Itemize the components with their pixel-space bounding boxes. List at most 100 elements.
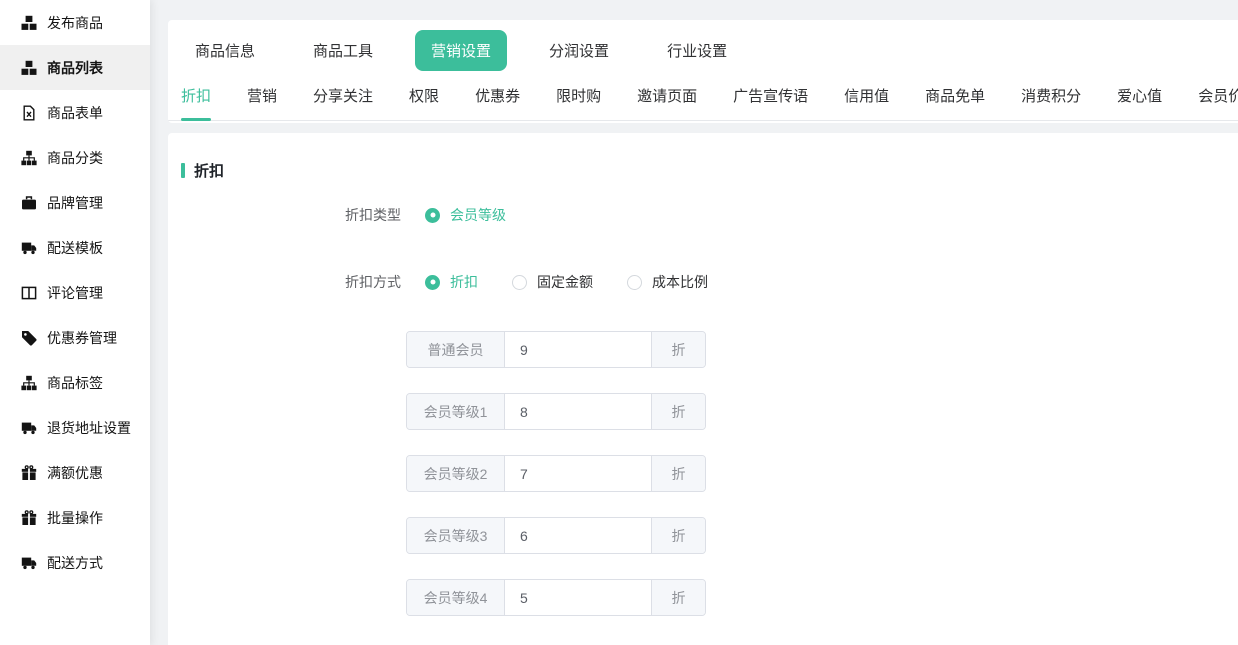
secondary-tab[interactable]: 爱心值 xyxy=(1117,80,1162,120)
sidebar-item-label: 商品列表 xyxy=(47,58,103,78)
tabs-card: 商品信息 商品工具 营销设置 分润设置 行业设置 折扣 营销 分享关注 xyxy=(168,20,1238,123)
sidebar-item[interactable]: 发布商品 xyxy=(0,0,150,45)
radio-option-label: 会员等级 xyxy=(450,205,506,225)
discount-input-group: 会员等级3 折 xyxy=(406,517,706,554)
discount-value-input[interactable] xyxy=(505,394,651,429)
primary-tab-label: 营销设置 xyxy=(431,43,491,60)
sidebar-item[interactable]: 评论管理 xyxy=(0,270,150,315)
radio-option-label: 固定金额 xyxy=(537,272,593,292)
secondary-tab-label: 优惠券 xyxy=(475,88,520,105)
discount-level-label: 会员等级1 xyxy=(407,394,505,429)
sidebar-item[interactable]: 优惠券管理 xyxy=(0,315,150,360)
sidebar-item-label: 配送方式 xyxy=(47,553,103,573)
section-title: 折扣 xyxy=(194,160,224,181)
secondary-tab[interactable]: 营销 xyxy=(247,80,277,120)
secondary-tab-label: 广告宣传语 xyxy=(733,88,808,105)
sidebar-item[interactable]: 批量操作 xyxy=(0,495,150,540)
truck-icon xyxy=(21,555,37,571)
gift-icon xyxy=(21,510,37,526)
columns-icon xyxy=(21,285,37,301)
secondary-tab[interactable]: 广告宣传语 xyxy=(733,80,808,120)
discount-value-input[interactable] xyxy=(505,332,651,367)
section-header: 折扣 xyxy=(181,160,1238,181)
admin-page: 发布商品 商品列表 商品表单 商品分类 品牌管理 配送模板 评论管理 xyxy=(0,0,1238,645)
secondary-tab-label: 权限 xyxy=(409,88,439,105)
sidebar-item-label: 品牌管理 xyxy=(47,193,103,213)
radio-option[interactable]: 固定金额 xyxy=(512,272,593,292)
secondary-tab[interactable]: 限时购 xyxy=(556,80,601,120)
sidebar-item-label: 商品分类 xyxy=(47,148,103,168)
discount-value-input[interactable] xyxy=(505,518,651,553)
sidebar-item[interactable]: 退货地址设置 xyxy=(0,405,150,450)
sidebar-item-label: 配送模板 xyxy=(47,238,103,258)
radio-option-label: 折扣 xyxy=(450,272,478,292)
secondary-tab[interactable]: 消费积分 xyxy=(1021,80,1081,120)
discount-unit-label: 折 xyxy=(651,580,705,615)
discount-value-input[interactable] xyxy=(505,580,651,615)
form-row: 折扣类型 会员等级 xyxy=(341,207,1238,223)
sidebar-item-label: 商品表单 xyxy=(47,103,103,123)
sidebar-item[interactable]: 商品表单 xyxy=(0,90,150,135)
discount-form: 折扣类型 会员等级 折扣方式 折扣 固定金额 成本比例 普通会员 折 xyxy=(168,207,1238,616)
sidebar-item[interactable]: 商品分类 xyxy=(0,135,150,180)
sidebar-item[interactable]: 商品标签 xyxy=(0,360,150,405)
secondary-tab[interactable]: 会员价 xyxy=(1198,80,1238,120)
primary-tabs: 商品信息 商品工具 营销设置 分润设置 行业设置 xyxy=(168,20,1238,80)
content-card: 折扣 折扣类型 会员等级 折扣方式 折扣 固定金额 成本比例 普通会员 xyxy=(168,133,1238,645)
secondary-tab[interactable]: 分享关注 xyxy=(313,80,373,120)
sidebar-item-label: 发布商品 xyxy=(47,13,103,33)
discount-unit-label: 折 xyxy=(651,456,705,491)
sidebar-item[interactable]: 配送方式 xyxy=(0,540,150,585)
secondary-tab[interactable]: 优惠券 xyxy=(475,80,520,120)
sidebar-item-label: 评论管理 xyxy=(47,283,103,303)
cubes-icon xyxy=(21,15,37,31)
discount-input-group: 会员等级2 折 xyxy=(406,455,706,492)
discount-input-group: 会员等级1 折 xyxy=(406,393,706,430)
secondary-tab[interactable]: 权限 xyxy=(409,80,439,120)
discount-level-label: 会员等级2 xyxy=(407,456,505,491)
form-label: 折扣类型 xyxy=(341,205,401,225)
sidebar-item[interactable]: 配送模板 xyxy=(0,225,150,270)
secondary-tab[interactable]: 信用值 xyxy=(844,80,889,120)
sidebar-item[interactable]: 品牌管理 xyxy=(0,180,150,225)
secondary-tab-label: 分享关注 xyxy=(313,88,373,105)
secondary-tab-label: 邀请页面 xyxy=(637,88,697,105)
primary-tab[interactable]: 商品信息 xyxy=(195,30,255,71)
primary-tab[interactable]: 分润设置 xyxy=(549,30,609,71)
radio-option-label: 成本比例 xyxy=(652,272,708,292)
radio-icon xyxy=(627,275,642,290)
radio-option[interactable]: 成本比例 xyxy=(627,272,708,292)
form-row: 折扣方式 折扣 固定金额 成本比例 xyxy=(341,274,1238,290)
secondary-tab[interactable]: 折扣 xyxy=(181,80,211,120)
gift-icon xyxy=(21,465,37,481)
primary-tab[interactable]: 商品工具 xyxy=(313,30,373,71)
sidebar-item-label: 批量操作 xyxy=(47,508,103,528)
discount-unit-label: 折 xyxy=(651,518,705,553)
primary-tab[interactable]: 营销设置 xyxy=(415,30,507,71)
discount-level-list: 普通会员 折 会员等级1 折 会员等级2 折 会员等级3 折 xyxy=(406,331,1238,616)
sidebar-item[interactable]: 满额优惠 xyxy=(0,450,150,495)
primary-tab-label: 分润设置 xyxy=(549,43,609,60)
sidebar-item-label: 退货地址设置 xyxy=(47,418,131,438)
radio-icon xyxy=(512,275,527,290)
discount-value-input[interactable] xyxy=(505,456,651,491)
secondary-tabs: 折扣 营销 分享关注 权限 优惠券 限时购 邀请页面 广告宣传语 信用值 xyxy=(168,80,1238,121)
briefcase-icon xyxy=(21,195,37,211)
sidebar-item-label: 优惠券管理 xyxy=(47,328,117,348)
cubes-icon xyxy=(21,60,37,76)
primary-tab[interactable]: 行业设置 xyxy=(667,30,727,71)
primary-tab-label: 商品信息 xyxy=(195,43,255,60)
secondary-tab[interactable]: 商品免单 xyxy=(925,80,985,120)
radio-icon xyxy=(425,208,440,223)
sidebar-item[interactable]: 商品列表 xyxy=(0,45,150,90)
radio-option[interactable]: 折扣 xyxy=(425,272,478,292)
file-excel-icon xyxy=(21,105,37,121)
section-accent-bar xyxy=(181,163,185,178)
discount-unit-label: 折 xyxy=(651,332,705,367)
sidebar: 发布商品 商品列表 商品表单 商品分类 品牌管理 配送模板 评论管理 xyxy=(0,0,150,645)
sidebar-item-label: 商品标签 xyxy=(47,373,103,393)
secondary-tab[interactable]: 邀请页面 xyxy=(637,80,697,120)
discount-input-group: 会员等级4 折 xyxy=(406,579,706,616)
radio-option[interactable]: 会员等级 xyxy=(425,205,506,225)
primary-tab-label: 行业设置 xyxy=(667,43,727,60)
